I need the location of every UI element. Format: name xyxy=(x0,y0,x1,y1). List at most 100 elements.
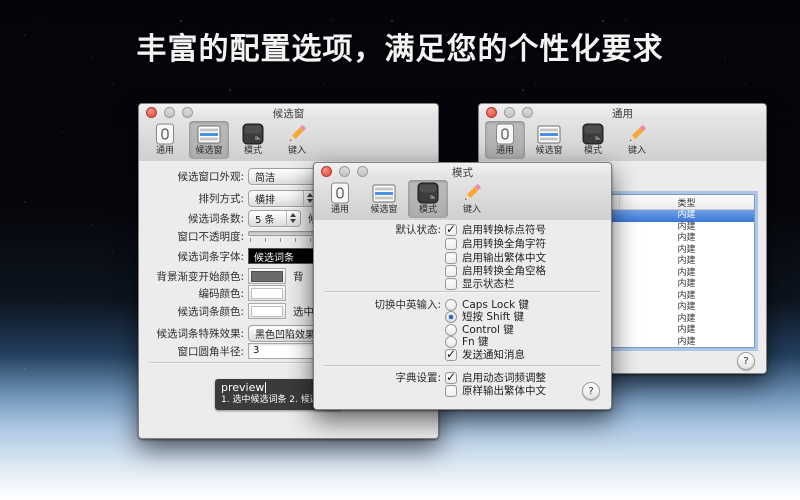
toolbar-tab-label: 候选窗 xyxy=(370,205,397,216)
checkbox-row: 发送通知消息 xyxy=(445,348,525,361)
popup-arrows-icon xyxy=(286,211,300,226)
input-key-icon xyxy=(155,122,175,146)
toolbar-tab-label: 候选窗 xyxy=(195,146,222,157)
section-label: 默认状态: xyxy=(314,222,441,237)
toolbar-tab-candidate[interactable]: 候选窗 xyxy=(529,121,569,159)
mode-keycap-icon xyxy=(582,122,604,146)
titlebar[interactable]: 通用 xyxy=(479,104,766,120)
cell-type: 内建 xyxy=(619,314,754,326)
popup-value: 横排 xyxy=(249,191,275,206)
truncated-label: 选中 xyxy=(293,304,314,319)
field-label: 候选词条数: xyxy=(139,211,244,226)
cell-type: 内建 xyxy=(619,268,754,280)
field-label: 候选词条字体: xyxy=(139,249,244,264)
divider xyxy=(324,365,601,366)
section-label: 字典设置: xyxy=(314,370,441,385)
code-color-well[interactable] xyxy=(248,285,286,301)
checkbox-label: 原样输出繁体中文 xyxy=(462,383,546,398)
checkbox-traditional-output[interactable] xyxy=(445,252,457,264)
toolbar-tab-mode[interactable]: 模式 xyxy=(233,121,273,159)
checkbox-row: 启用转换全角字符 xyxy=(445,237,546,250)
popup-value: 简洁 xyxy=(249,169,275,184)
toolbar-tab-general[interactable]: 通用 xyxy=(145,121,185,159)
window-title: 候选窗 xyxy=(139,106,438,121)
toolbar-tab-label: 键入 xyxy=(628,146,646,157)
toolbar-tab-typing[interactable]: 键入 xyxy=(617,121,657,159)
window-title: 模式 xyxy=(314,165,611,180)
checkbox-send-notification[interactable] xyxy=(445,349,457,361)
mode-settings-content: 默认状态: 启用转换标点符号 启用转换全角字符 启用输出繁体中文 启用转换全角空… xyxy=(314,220,611,409)
toolbar-tab-label: 通用 xyxy=(331,205,349,216)
checkbox-fullwidth-chars[interactable] xyxy=(445,238,457,250)
toolbar-tab-typing[interactable]: 键入 xyxy=(452,180,492,218)
toolbar-tab-candidate[interactable]: 候选窗 xyxy=(364,180,404,218)
candidate-window-icon xyxy=(197,122,221,146)
checkbox-row: 原样输出繁体中文 xyxy=(445,384,546,397)
column-header-type: 类型 xyxy=(619,196,754,209)
toolbar-tab-mode[interactable]: 模式 xyxy=(573,121,613,159)
toolbar-tab-candidate[interactable]: 候选窗 xyxy=(189,121,229,159)
mode-settings-window: 模式 通用 候选窗 模式 键入 xyxy=(313,162,612,410)
window-title: 通用 xyxy=(479,106,766,121)
toolbar-tab-general[interactable]: 通用 xyxy=(320,180,360,218)
cell-type: 内建 xyxy=(619,325,754,337)
preferences-toolbar: 通用 候选窗 模式 键入 xyxy=(139,120,438,162)
toolbar-tab-typing[interactable]: 键入 xyxy=(277,121,317,159)
cell-type: 内建 xyxy=(619,245,754,257)
cell-type: 内建 xyxy=(619,302,754,314)
preview-input-text: preview xyxy=(221,381,264,394)
toolbar-tab-label: 候选窗 xyxy=(535,146,562,157)
input-key-icon xyxy=(495,122,515,146)
color-swatch xyxy=(251,306,283,317)
section-label: 切换中英输入: xyxy=(314,297,441,312)
cell-type: 内建 xyxy=(619,279,754,291)
candidate-window-icon xyxy=(372,181,396,205)
cell-type: 内建 xyxy=(619,210,754,222)
candidate-window-icon xyxy=(537,122,561,146)
toolbar-tab-label: 模式 xyxy=(584,146,602,157)
mode-keycap-icon xyxy=(417,181,439,205)
field-label: 窗口圆角半径: xyxy=(139,344,244,359)
arrangement-popup[interactable]: 横排 xyxy=(248,190,318,207)
color-swatch xyxy=(251,271,283,282)
candidate-count-popup[interactable]: 5 条 xyxy=(248,210,301,227)
checkbox-label: 显示状态栏 xyxy=(462,276,515,291)
popup-value: 5 条 xyxy=(249,211,275,226)
field-label: 候选窗口外观: xyxy=(139,169,244,184)
checkbox-label: 发送通知消息 xyxy=(462,347,525,362)
cell-type: 内建 xyxy=(619,222,754,234)
checkbox-label: 启用转换全角字符 xyxy=(462,236,546,251)
checkbox-label: 启用转换标点符号 xyxy=(462,222,546,237)
radio-control[interactable] xyxy=(445,324,457,336)
toolbar-tab-label: 模式 xyxy=(244,146,262,157)
pencil-icon xyxy=(460,181,484,205)
checkbox-punctuation[interactable] xyxy=(445,224,457,236)
bg-gradient-color-well[interactable] xyxy=(248,268,286,284)
radio-shift[interactable] xyxy=(445,311,457,323)
checkbox-status-bar[interactable] xyxy=(445,278,457,290)
radio-caps-lock[interactable] xyxy=(445,299,457,311)
field-label: 排列方式: xyxy=(139,191,244,206)
field-label: 窗口不透明度: xyxy=(139,229,244,244)
titlebar[interactable]: 模式 xyxy=(314,163,611,179)
checkbox-dynamic-frequency[interactable] xyxy=(445,372,457,384)
cell-type: 内建 xyxy=(619,256,754,268)
preferences-toolbar: 通用 候选窗 模式 键入 xyxy=(479,120,766,162)
checkbox-fullwidth-space[interactable] xyxy=(445,265,457,277)
field-label: 候选词条颜色: xyxy=(139,304,244,319)
toolbar-tab-label: 通用 xyxy=(156,146,174,157)
toolbar-tab-general[interactable]: 通用 xyxy=(485,121,525,159)
entry-color-well[interactable] xyxy=(248,303,286,319)
pencil-icon xyxy=(285,122,309,146)
field-label: 编码颜色: xyxy=(139,286,244,301)
cell-type: 内建 xyxy=(619,291,754,303)
marketing-headline: 丰富的配置选项，满足您的个性化要求 xyxy=(0,24,800,68)
cell-type: 内建 xyxy=(619,233,754,245)
help-button[interactable]: ? xyxy=(582,382,600,400)
pencil-icon xyxy=(625,122,649,146)
toolbar-tab-mode[interactable]: 模式 xyxy=(408,180,448,218)
help-button[interactable]: ? xyxy=(737,352,755,370)
popup-value: 黑色凹陷效果 xyxy=(249,326,315,341)
titlebar[interactable]: 候选窗 xyxy=(139,104,438,120)
checkbox-traditional-asis[interactable] xyxy=(445,385,457,397)
